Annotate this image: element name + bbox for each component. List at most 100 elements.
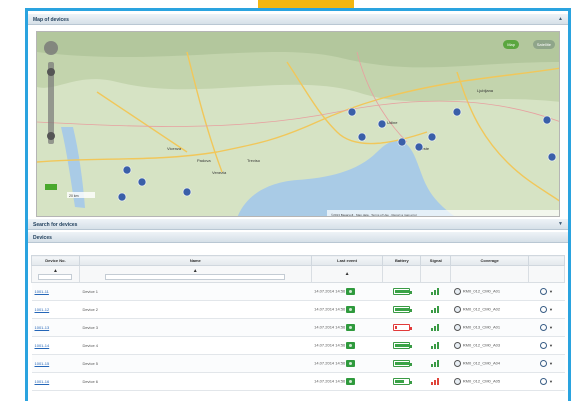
table-row[interactable]: 1001-11 Device 1 14.07.2014 14:56 RM0_012_… — [31, 282, 565, 301]
device-name: Device 6 — [79, 372, 312, 391]
map-place-label: Treviso — [247, 158, 261, 163]
last-event-time: 14.07.2014 14:56 — [314, 378, 346, 384]
table-row[interactable]: 1001-12 Device 2 14.07.2014 14:56 RM0_012_… — [31, 300, 565, 319]
map-place-label: Padova — [197, 158, 211, 163]
device-name: Device 1 — [79, 282, 312, 301]
devices-table: Device No. Name Last event Battery Signa… — [31, 255, 565, 391]
chevron-down-icon[interactable]: ▼ — [549, 325, 553, 330]
coverage-icon — [453, 324, 461, 331]
last-event-time: 14.07.2014 14:56 — [314, 342, 346, 348]
chevron-down-icon[interactable]: ▼ — [549, 379, 553, 384]
coverage-value: RM0_012_CM0_A05 — [462, 378, 501, 384]
sort-asc-icon[interactable]: ▲ — [314, 271, 381, 277]
column-header-last-event[interactable]: Last event — [310, 255, 384, 266]
map-attribution: ©2013 Basarsoft · Map data · Terms of Us… — [331, 213, 417, 217]
camera-icon[interactable] — [346, 360, 356, 367]
device-pin-icon[interactable] — [377, 119, 387, 129]
device-name: Device 3 — [79, 318, 312, 337]
device-no-filter[interactable]: ▲ — [31, 265, 80, 283]
device-pin-icon[interactable] — [357, 132, 367, 142]
actions-gear-icon[interactable] — [540, 360, 548, 367]
device-no-link[interactable]: 1001-16 — [35, 379, 50, 384]
device-name: Device 2 — [79, 300, 312, 319]
map-type-satellite-button[interactable]: Satellite — [532, 40, 555, 49]
device-pin-icon[interactable] — [182, 187, 192, 197]
search-panel-header[interactable]: Search for devices ▼ — [28, 219, 568, 230]
map-place-label: Vicenza — [167, 146, 182, 151]
chevron-down-icon[interactable]: ▼ — [549, 289, 553, 294]
coverage-icon — [453, 306, 461, 313]
signal-icon — [431, 288, 440, 295]
device-pin-icon[interactable] — [117, 192, 127, 202]
actions-gear-icon[interactable] — [540, 288, 548, 295]
battery-icon — [393, 360, 413, 367]
last-event-time: 14.07.2014 14:56 — [314, 360, 346, 366]
device-no-filter-input[interactable] — [38, 274, 73, 280]
signal-icon — [431, 306, 440, 313]
last-event-time: 14.07.2014 14:56 — [314, 306, 346, 312]
device-no-link[interactable]: 1001-14 — [35, 343, 50, 348]
device-pin-icon[interactable] — [137, 177, 147, 187]
device-no-link[interactable]: 1001-13 — [35, 325, 50, 330]
map-canvas: Venezia Padova Vicenza Treviso Trieste U… — [37, 32, 559, 217]
camera-icon[interactable] — [346, 324, 356, 331]
coverage-value: RM0_012_CM0_A03 — [462, 342, 501, 348]
chevron-down-icon[interactable]: ▼ — [549, 361, 553, 366]
battery-icon — [393, 288, 413, 295]
battery-icon — [393, 306, 413, 313]
column-header-signal: Signal — [420, 255, 452, 266]
camera-icon[interactable] — [346, 378, 356, 385]
device-pin-icon[interactable] — [414, 142, 424, 152]
device-pin-icon[interactable] — [427, 132, 437, 142]
coverage-value: RM0_013_CM0_A01 — [462, 324, 501, 330]
map-panel-title: Map of devices — [33, 17, 69, 23]
table-row[interactable]: 1001-14 Device 4 14.07.2014 14:56 RM0_012_… — [31, 336, 565, 355]
actions-gear-icon[interactable] — [540, 342, 548, 349]
name-filter[interactable]: ▲ — [78, 265, 312, 283]
last-event-time: 14.07.2014 14:56 — [314, 288, 346, 294]
camera-icon[interactable] — [346, 288, 356, 295]
device-no-link[interactable]: 1001-12 — [35, 307, 50, 312]
map-scale: 20 km — [69, 194, 79, 198]
name-filter-input[interactable] — [105, 274, 286, 280]
actions-gear-icon[interactable] — [540, 378, 548, 385]
coverage-value: RM0_012_CM0_A04 — [462, 360, 501, 366]
table-row[interactable]: 1001-16 Device 6 14.07.2014 14:56 RM0_012_… — [31, 372, 565, 391]
table-row[interactable]: 1001-13 Device 3 14.07.2014 14:56 RM0_013_… — [31, 318, 565, 337]
map-place-label: Venezia — [212, 170, 227, 175]
last-event-filter[interactable]: ▲ — [310, 265, 384, 283]
last-event-time: 14.07.2014 14:56 — [314, 324, 346, 330]
camera-icon[interactable] — [346, 342, 356, 349]
signal-icon — [431, 378, 440, 385]
device-pin-icon[interactable] — [347, 107, 357, 117]
map-type-map-button[interactable]: Map — [503, 40, 519, 49]
device-name: Device 5 — [79, 354, 312, 373]
actions-gear-icon[interactable] — [540, 324, 548, 331]
device-name: Device 4 — [79, 336, 312, 355]
collapse-icon[interactable]: ▲ — [558, 16, 563, 22]
column-header-name[interactable]: Name — [78, 255, 312, 266]
device-map[interactable]: Venezia Padova Vicenza Treviso Trieste U… — [36, 31, 560, 217]
map-panel-header[interactable]: Map of devices ▲ — [28, 14, 568, 25]
actions-gear-icon[interactable] — [540, 306, 548, 313]
chevron-down-icon[interactable]: ▼ — [549, 343, 553, 348]
coverage-icon — [453, 378, 461, 385]
device-pin-icon[interactable] — [452, 107, 462, 117]
camera-icon[interactable] — [346, 306, 356, 313]
signal-icon — [431, 360, 440, 367]
column-header-device-no[interactable]: Device No. — [31, 255, 80, 266]
device-no-link[interactable]: 1001-15 — [35, 361, 50, 366]
devices-panel-header: Devices — [28, 232, 568, 243]
coverage-icon — [453, 288, 461, 295]
chevron-down-icon[interactable]: ▼ — [549, 307, 553, 312]
coverage-icon — [453, 360, 461, 367]
device-pin-icon[interactable] — [542, 115, 552, 125]
table-row[interactable]: 1001-15 Device 5 14.07.2014 14:56 RM0_012_… — [31, 354, 565, 373]
expand-icon[interactable]: ▼ — [558, 221, 563, 227]
device-pin-icon[interactable] — [397, 137, 407, 147]
device-no-link[interactable]: 1001-11 — [35, 289, 49, 294]
devices-panel-title: Devices — [33, 235, 52, 241]
device-pin-icon[interactable] — [547, 152, 557, 162]
device-pin-icon[interactable] — [122, 165, 132, 175]
battery-icon — [393, 324, 413, 331]
